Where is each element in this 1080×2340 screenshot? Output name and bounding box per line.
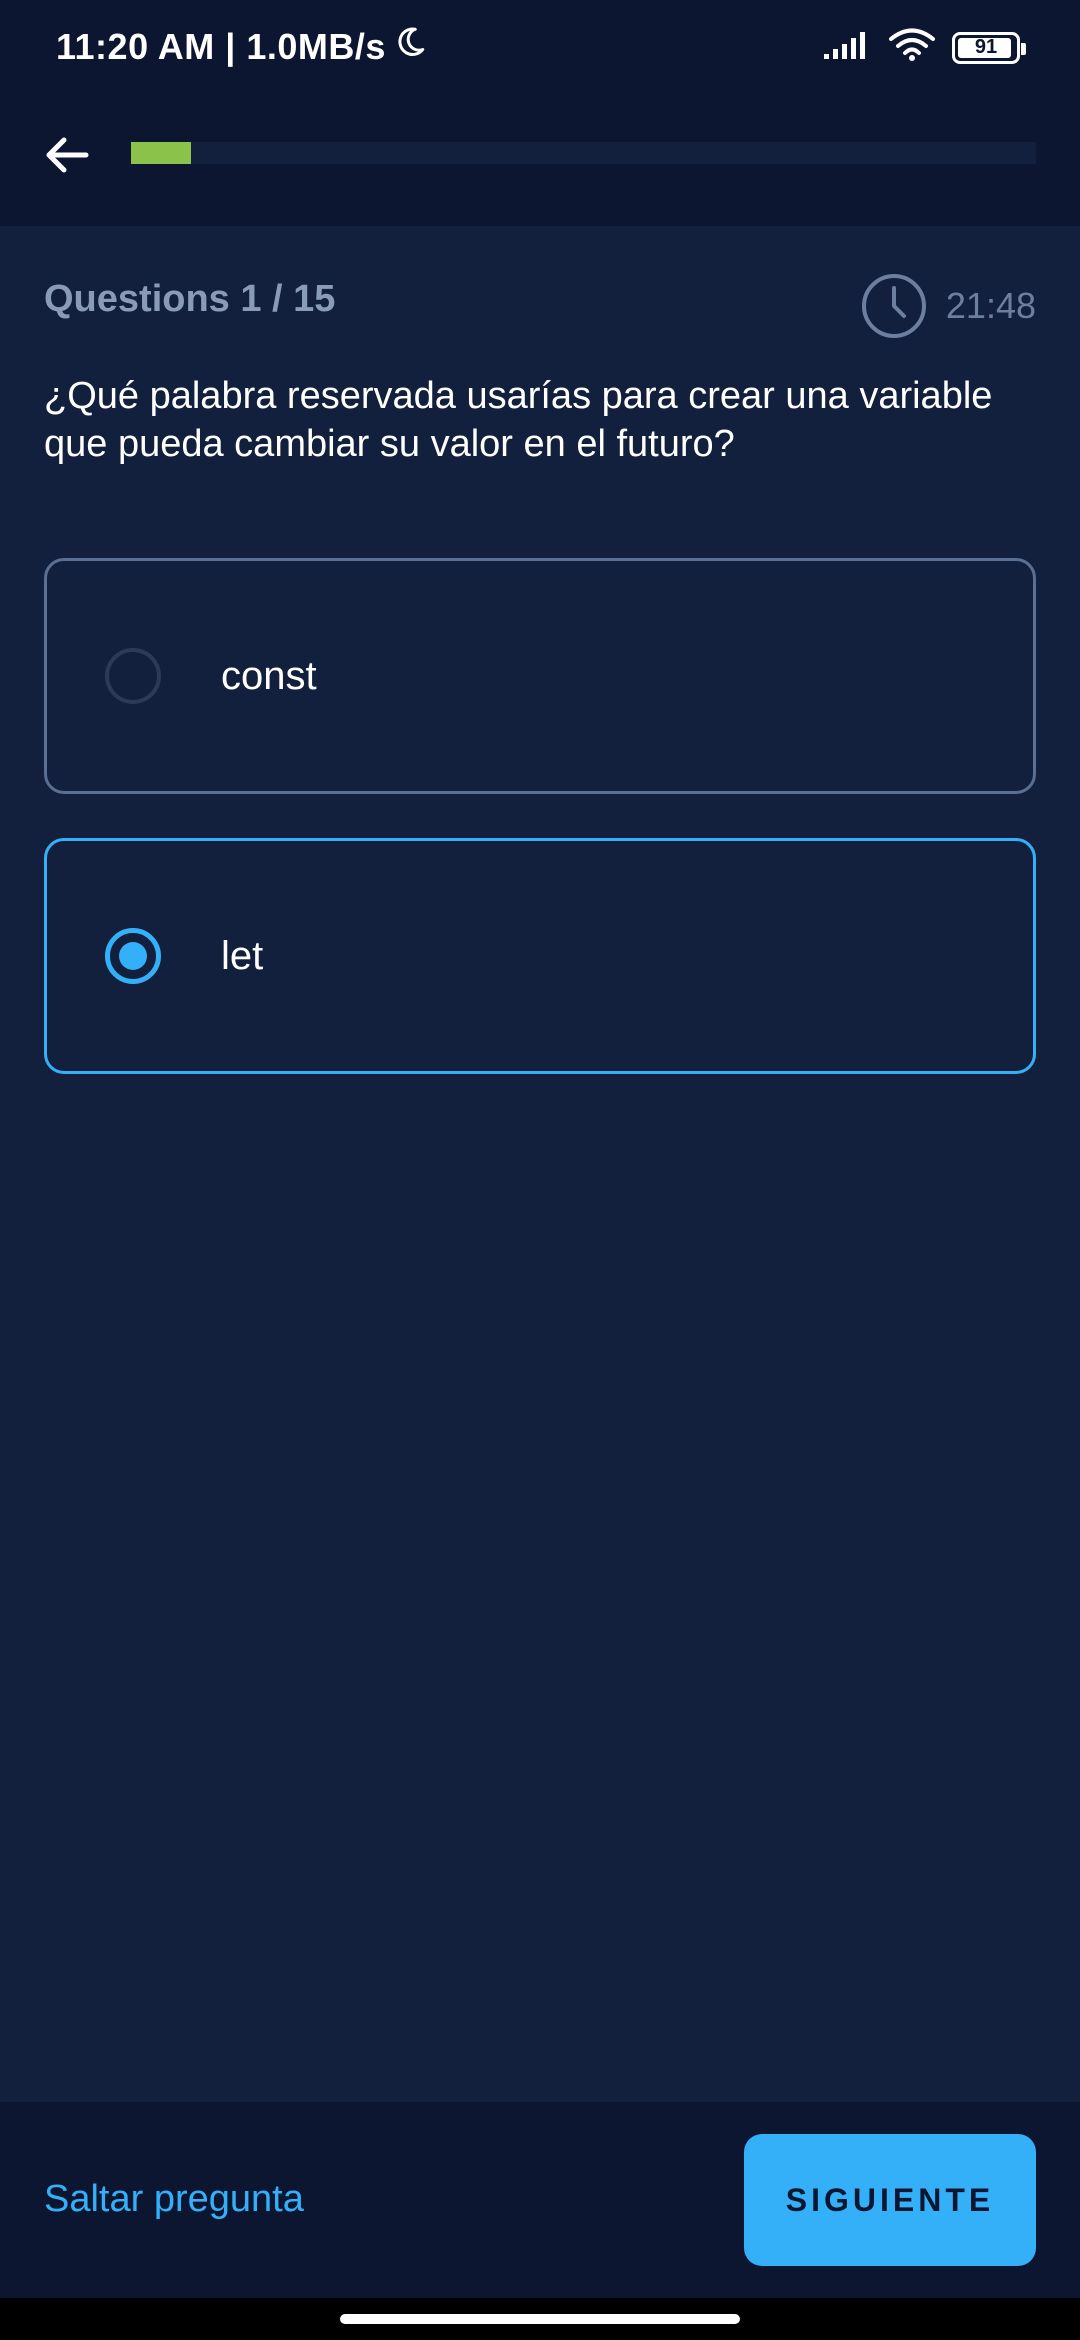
home-indicator[interactable] [340, 2314, 740, 2324]
battery-icon: 91 [952, 31, 1026, 64]
quiz-progress-fill [131, 142, 192, 164]
arrow-left-icon [46, 137, 89, 173]
top-app-bar [0, 98, 1080, 226]
status-bar: 11:20 AM | 1.0MB/s 91 [0, 0, 1080, 98]
question-counter: Questions 1 / 15 [44, 278, 336, 320]
quiz-progress-bar [131, 142, 1036, 164]
question-text: ¿Qué palabra reservada usarías para crea… [44, 375, 993, 465]
status-left: 11:20 AM | 1.0MB/s [56, 24, 428, 69]
answer-option-label: const [221, 653, 317, 698]
bottom-action-bar: Saltar pregunta SIGUIENTE [0, 2102, 1080, 2298]
answer-option-label: let [221, 933, 264, 978]
status-right: 91 [822, 28, 1026, 67]
question-header: Questions 1 / 15 21:48 [44, 272, 1036, 342]
radio-unchecked-icon[interactable] [105, 648, 161, 704]
timer: 21:48 [860, 272, 1036, 340]
skip-question-link[interactable]: Saltar pregunta [44, 2178, 304, 2221]
answer-option-const[interactable]: const [44, 558, 1036, 794]
next-button[interactable]: SIGUIENTE [744, 2134, 1036, 2266]
battery-percent: 91 [974, 36, 998, 58]
moon-icon [392, 24, 428, 69]
back-button[interactable] [36, 124, 98, 186]
wifi-icon [888, 28, 936, 67]
status-time: 11:20 AM | 1.0MB/s [56, 25, 386, 67]
answer-option-let[interactable]: let [44, 838, 1036, 1074]
system-nav-bar [0, 2298, 1080, 2340]
timer-value: 21:48 [945, 285, 1036, 326]
clock-icon [861, 274, 926, 338]
signal-icon [822, 30, 872, 65]
battery-tip [1021, 42, 1026, 55]
radio-checked-icon[interactable] [105, 928, 161, 984]
